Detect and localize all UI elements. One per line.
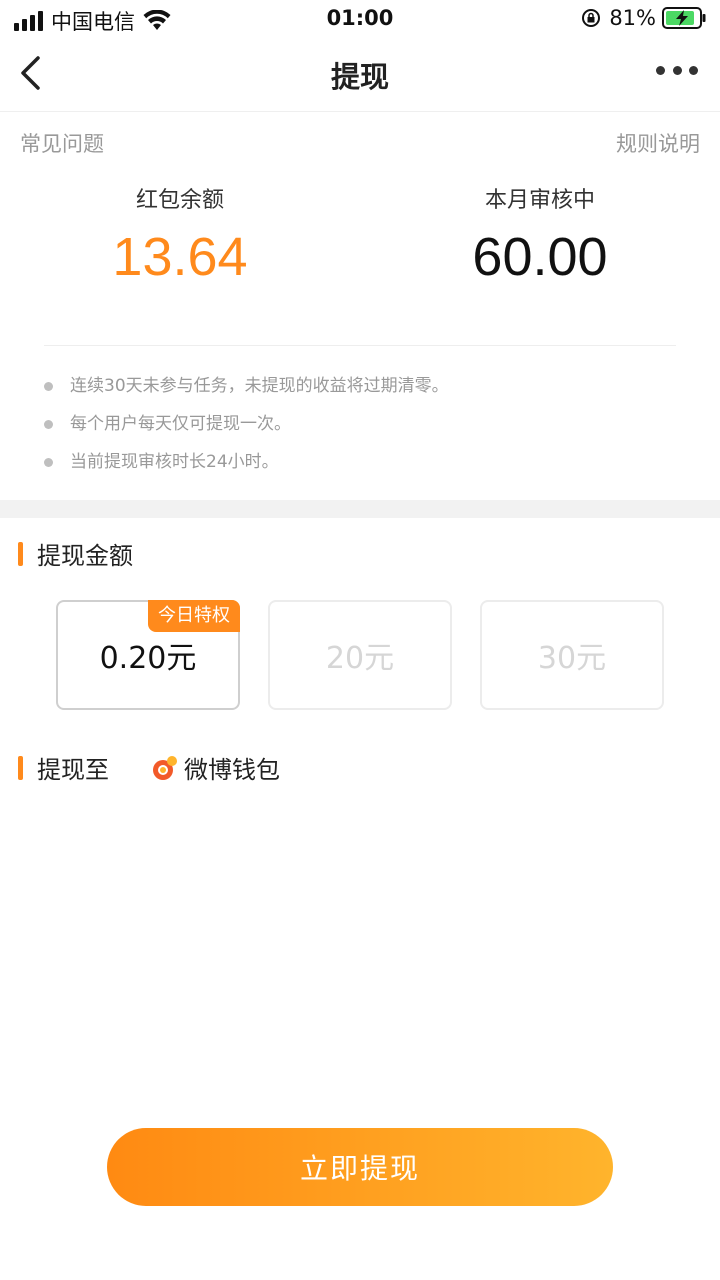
amount-option-20[interactable]: 20元 [268, 600, 452, 710]
destination-section-title: 提现至 [37, 756, 109, 784]
bullet-icon [44, 382, 53, 391]
weibo-wallet-icon [153, 755, 177, 780]
status-right: 81% [581, 6, 706, 30]
battery-percent: 81% [609, 6, 656, 30]
page-title: 提现 [330, 60, 389, 94]
section-accent-bar [18, 541, 23, 566]
amount-option-0-20[interactable]: 今日特权 0.20元 [56, 600, 240, 710]
note-text: 连续30天未参与任务，未提现的收益将过期清零。 [70, 376, 449, 396]
notes-list: 连续30天未参与任务，未提现的收益将过期清零。 每个用户每天仅可提现一次。 当前… [44, 372, 684, 486]
more-options-icon[interactable] [656, 66, 698, 78]
weibo-wallet[interactable]: 微博钱包 [152, 750, 280, 785]
amount-option-label: 20元 [325, 641, 395, 676]
section-accent-bar [18, 755, 23, 780]
faq-link[interactable]: 常见问题 [20, 128, 104, 158]
section-separator [0, 500, 720, 518]
battery-charging-icon [662, 7, 706, 29]
bullet-icon [44, 420, 53, 429]
rules-link[interactable]: 规则说明 [616, 128, 700, 158]
destination-section-header: 提现至 [18, 750, 109, 785]
note-item: 每个用户每天仅可提现一次。 [44, 410, 684, 448]
rotation-lock-icon [582, 9, 601, 27]
note-text: 每个用户每天仅可提现一次。 [70, 414, 291, 434]
red-packet-balance-value: 13.64 [112, 227, 248, 287]
amount-section-header: 提现金额 [18, 536, 133, 571]
withdraw-now-button[interactable]: 立即提现 [107, 1128, 613, 1206]
amount-option-label: 0.20元 [99, 641, 197, 676]
reviewing-amount-value: 60.00 [472, 227, 608, 287]
wallet-name: 微博钱包 [184, 756, 280, 784]
note-text: 当前提现审核时长24小时。 [70, 452, 279, 472]
divider [44, 345, 676, 346]
note-item: 连续30天未参与任务，未提现的收益将过期清零。 [44, 372, 684, 410]
bullet-icon [44, 458, 53, 467]
red-packet-balance-label: 红包余额 [135, 188, 224, 213]
amount-option-label: 30元 [537, 641, 607, 676]
reviewing-amount-label: 本月审核中 [484, 188, 595, 213]
today-privilege-badge: 今日特权 [148, 600, 240, 632]
nav-bar: 提现 [0, 36, 720, 112]
note-item: 当前提现审核时长24小时。 [44, 448, 684, 486]
status-bar: 中国电信 01:00 81% [0, 0, 720, 36]
amount-option-30[interactable]: 30元 [480, 600, 664, 710]
amount-section-title: 提现金额 [37, 542, 133, 570]
